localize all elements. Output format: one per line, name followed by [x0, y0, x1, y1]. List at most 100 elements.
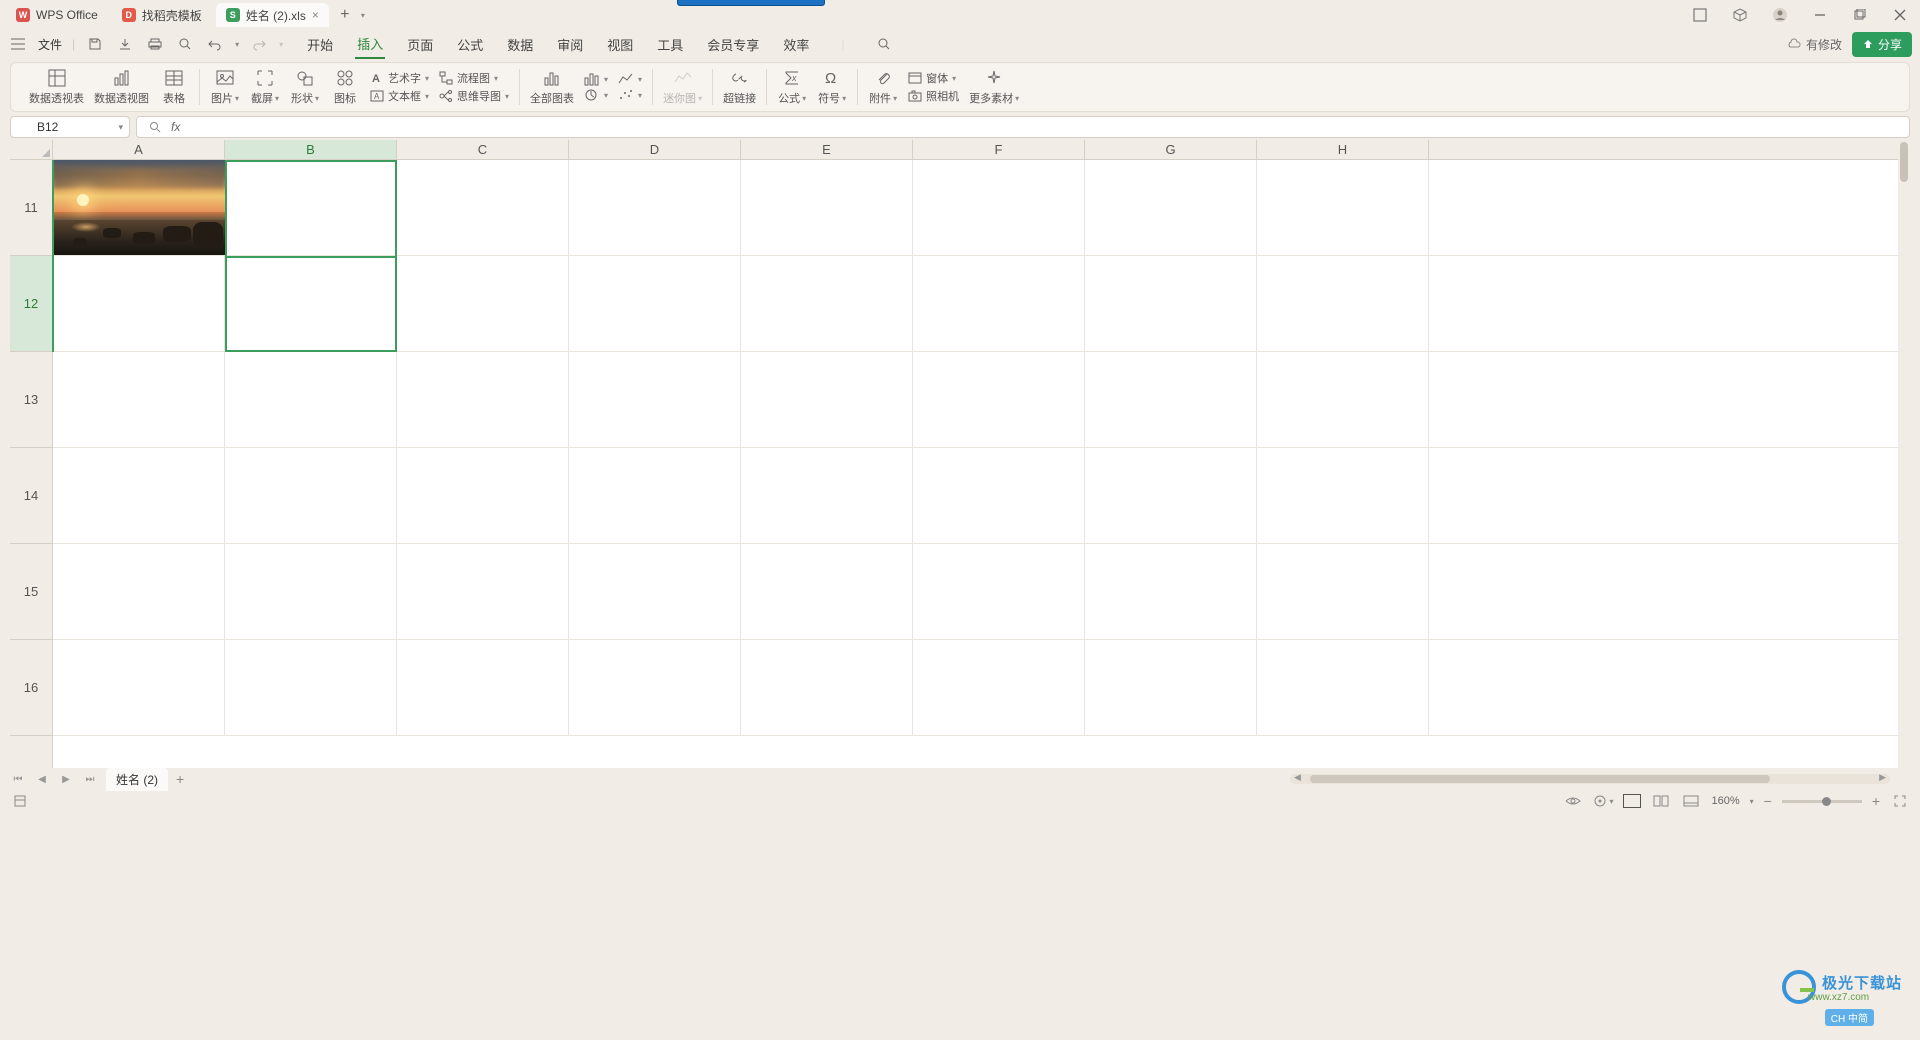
hamburger-icon[interactable] — [8, 34, 28, 54]
zoom-slider[interactable] — [1782, 800, 1862, 803]
object-button[interactable]: 窗体▾ — [908, 70, 959, 86]
scrollbar-thumb[interactable] — [1900, 142, 1908, 182]
undo-dropdown-icon[interactable]: ▾ — [235, 40, 239, 49]
export-icon[interactable] — [115, 34, 135, 54]
zoom-percentage[interactable]: 160% — [1711, 795, 1739, 807]
tab-efficiency[interactable]: 效率 — [781, 31, 811, 58]
picture-button[interactable]: 图片▾ — [210, 68, 240, 106]
row-header[interactable]: 13 — [10, 352, 52, 448]
row-header[interactable]: 16 — [10, 640, 52, 736]
hyperlink-button[interactable]: 超链接 — [723, 68, 756, 106]
row-header[interactable]: 15 — [10, 544, 52, 640]
app-menu-icon[interactable] — [1686, 1, 1714, 29]
user-avatar-icon[interactable] — [1766, 1, 1794, 29]
tab-formula[interactable]: 公式 — [455, 31, 485, 58]
first-sheet-button[interactable]: ⏮ — [10, 771, 26, 787]
print-preview-icon[interactable] — [175, 34, 195, 54]
tab-review[interactable]: 审阅 — [555, 31, 585, 58]
column-header[interactable]: B — [225, 140, 397, 159]
equation-button[interactable]: x 公式▾ — [777, 68, 807, 106]
column-header[interactable]: C — [397, 140, 569, 159]
status-mode-icon[interactable] — [10, 791, 30, 811]
scrollbar-thumb[interactable] — [1310, 775, 1770, 783]
attachment-button[interactable]: 附件▾ — [868, 68, 898, 106]
page-break-view-button[interactable] — [1681, 791, 1701, 811]
column-header[interactable]: G — [1085, 140, 1257, 159]
column-header[interactable]: H — [1257, 140, 1429, 159]
share-button[interactable]: 分享 — [1852, 32, 1912, 57]
redo-dropdown-icon[interactable]: ▾ — [279, 40, 283, 49]
eye-icon[interactable] — [1563, 791, 1583, 811]
zoom-in-button[interactable]: + — [1872, 793, 1880, 809]
textbox-button[interactable]: A文本框▾ — [370, 88, 429, 104]
symbol-button[interactable]: Ω 符号▾ — [817, 68, 847, 106]
file-menu[interactable]: 文件 — [38, 36, 62, 53]
package-icon[interactable] — [1726, 1, 1754, 29]
fullscreen-icon[interactable] — [1890, 791, 1910, 811]
wordart-button[interactable]: A艺术字▾ — [370, 70, 429, 86]
clock-chart-button[interactable]: ▾ — [584, 88, 608, 102]
tab-insert[interactable]: 插入 — [355, 30, 385, 59]
prev-sheet-button[interactable]: ◀ — [34, 771, 50, 787]
cloud-status[interactable]: 有修改 — [1786, 36, 1842, 53]
tab-current-file[interactable]: S 姓名 (2).xls × — [216, 3, 329, 27]
sheet-tab[interactable]: 姓名 (2) — [106, 768, 168, 791]
row-header[interactable]: 14 — [10, 448, 52, 544]
close-window-button[interactable] — [1886, 1, 1914, 29]
tab-list-dropdown-icon[interactable]: ▾ — [361, 11, 365, 20]
normal-view-button[interactable] — [1623, 794, 1641, 808]
name-box[interactable]: B12 ▾ — [10, 116, 130, 138]
zoom-out-button[interactable]: − — [1764, 793, 1772, 809]
column-header[interactable]: D — [569, 140, 741, 159]
screenshot-button[interactable]: 截屏▾ — [250, 68, 280, 106]
search-icon[interactable] — [874, 34, 894, 54]
maximize-button[interactable] — [1846, 1, 1874, 29]
column-header[interactable]: E — [741, 140, 913, 159]
formula-input[interactable] — [186, 120, 1901, 134]
cells-grid[interactable] — [53, 160, 1898, 768]
more-resources-button[interactable]: 更多素材▾ — [969, 68, 1019, 106]
embedded-picture[interactable] — [53, 160, 225, 255]
row-header[interactable]: 11 — [10, 160, 52, 256]
flowchart-button[interactable]: 流程图▾ — [439, 70, 509, 86]
add-sheet-button[interactable]: + — [176, 771, 184, 787]
tab-page[interactable]: 页面 — [405, 31, 435, 58]
select-all-corner[interactable] — [10, 140, 53, 160]
tab-wps-office[interactable]: W WPS Office — [6, 3, 108, 27]
minimize-button[interactable] — [1806, 1, 1834, 29]
fx-icon[interactable]: fx — [171, 120, 180, 134]
mindmap-button[interactable]: 思维导图▾ — [439, 88, 509, 104]
tab-data[interactable]: 数据 — [505, 31, 535, 58]
pivot-chart-button[interactable]: 数据透视图 — [94, 68, 149, 106]
shapes-button[interactable]: 形状▾ — [290, 68, 320, 106]
tab-templates[interactable]: D 找稻壳模板 — [112, 3, 212, 27]
redo-icon[interactable] — [249, 34, 269, 54]
focus-icon[interactable]: ▾ — [1593, 791, 1613, 811]
add-tab-button[interactable]: + — [333, 3, 357, 27]
name-box-dropdown-icon[interactable]: ▾ — [118, 122, 123, 133]
pivot-table-button[interactable]: 数据透视表 — [29, 68, 84, 106]
table-button[interactable]: 表格 — [159, 68, 189, 106]
column-chart-button[interactable]: ▾ — [584, 72, 608, 86]
camera-button[interactable]: 照相机 — [908, 88, 959, 104]
tab-start[interactable]: 开始 — [305, 31, 335, 58]
scatter-chart-button[interactable]: ▾ — [618, 88, 642, 102]
line-chart-button[interactable]: ▾ — [618, 72, 642, 86]
icons-button[interactable]: 图标 — [330, 68, 360, 106]
close-tab-icon[interactable]: × — [312, 8, 319, 22]
zoom-slider-handle[interactable] — [1822, 797, 1831, 806]
undo-icon[interactable] — [205, 34, 225, 54]
column-header[interactable]: F — [913, 140, 1085, 159]
column-header[interactable]: A — [53, 140, 225, 159]
vertical-scrollbar[interactable] — [1898, 140, 1910, 768]
page-layout-view-button[interactable] — [1651, 791, 1671, 811]
horizontal-scrollbar[interactable]: ◀ ▶ — [1290, 774, 1890, 784]
expand-formula-icon[interactable] — [145, 117, 165, 137]
tab-member[interactable]: 会员专享 — [705, 31, 761, 58]
last-sheet-button[interactable]: ⏭ — [82, 771, 98, 787]
save-icon[interactable] — [85, 34, 105, 54]
next-sheet-button[interactable]: ▶ — [58, 771, 74, 787]
tab-tools[interactable]: 工具 — [655, 31, 685, 58]
tab-view[interactable]: 视图 — [605, 31, 635, 58]
print-icon[interactable] — [145, 34, 165, 54]
